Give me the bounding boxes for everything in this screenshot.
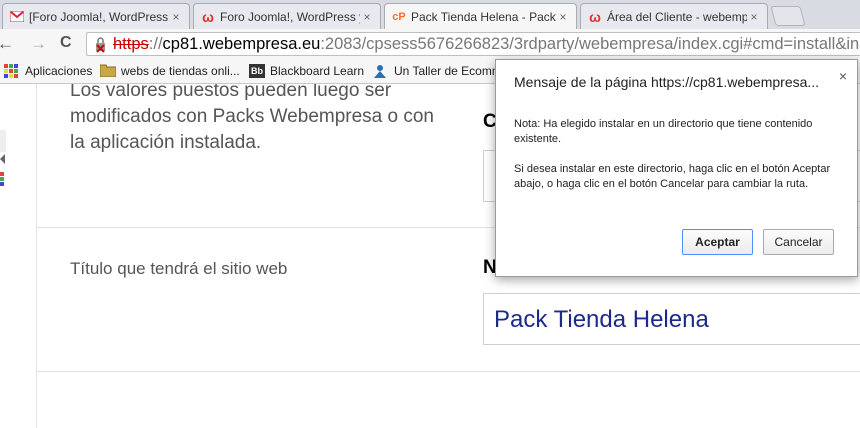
- back-arrow-icon[interactable]: ←: [0, 34, 14, 54]
- bookmark-label: Un Taller de Ecomm: [394, 64, 502, 78]
- webempresa-icon: ω: [589, 8, 601, 25]
- tab-foro-joomla[interactable]: ω Foro Joomla!, WordPress y ×: [193, 3, 381, 29]
- browser-toolbar: ← → C https://cp81.webempresa.eu:2083/cp…: [0, 29, 860, 59]
- tab-area-del-cliente[interactable]: ω Área del Cliente - webemp ×: [580, 3, 768, 29]
- tab-title: [Foro Joomla!, WordPress: [29, 9, 169, 24]
- url-path: :2083/cpsess5676266823/3rdparty/webempre…: [320, 35, 860, 53]
- tab-strip: [Foro Joomla!, WordPress × ω Foro Joomla…: [0, 0, 860, 29]
- broken-lock-icon[interactable]: [93, 37, 107, 53]
- cpanel-icon: cP: [392, 10, 406, 23]
- option-description: Los valores puestos pueden luego ser mod…: [70, 84, 434, 156]
- description-line: modificados con Packs Webempresa o con: [70, 106, 434, 127]
- bookmark-label: Blackboard Learn: [270, 64, 365, 78]
- site-title-value: Pack Tienda Helena: [494, 306, 709, 333]
- row-divider: [37, 371, 860, 372]
- tab-gmail[interactable]: [Foro Joomla!, WordPress ×: [2, 3, 190, 29]
- url-scheme: https: [113, 35, 149, 53]
- tab-close-icon[interactable]: ×: [556, 10, 570, 24]
- person-icon: [373, 64, 389, 78]
- tab-title: Área del Cliente - webemp: [607, 9, 747, 24]
- tab-pack-tienda-helena[interactable]: cP Pack Tienda Helena - Pack ×: [384, 3, 577, 29]
- url-host: cp81.webempresa.eu: [162, 35, 321, 53]
- url-separator: ://: [148, 35, 163, 53]
- folder-icon: [99, 64, 117, 78]
- forward-arrow-icon[interactable]: →: [30, 34, 47, 54]
- tab-title: Pack Tienda Helena - Pack: [411, 9, 556, 24]
- dialog-close-icon[interactable]: ×: [839, 68, 847, 84]
- tab-close-icon[interactable]: ×: [747, 10, 761, 24]
- content-border: [36, 84, 37, 428]
- bookmark-blackboard-learn[interactable]: Bb Blackboard Learn: [249, 64, 364, 78]
- description-line: Los valores puestos pueden luego ser: [70, 84, 392, 101]
- description-line: la aplicación instalada.: [70, 132, 262, 153]
- webempresa-icon: ω: [202, 8, 214, 25]
- tab-close-icon[interactable]: ×: [360, 10, 374, 24]
- tab-title: Foro Joomla!, WordPress y: [220, 9, 360, 24]
- apps-grid-icon: [4, 64, 20, 78]
- left-edge-icons: [0, 130, 6, 186]
- bookmark-label: webs de tiendas onli...: [121, 64, 240, 78]
- url-text: https://cp81.webempresa.eu:2083/cpsess56…: [113, 33, 860, 55]
- site-title-description: Título que tendrá el sitio web: [70, 259, 288, 278]
- accept-button[interactable]: Aceptar: [682, 229, 753, 255]
- tab-close-icon[interactable]: ×: [169, 10, 183, 24]
- bookmark-folder-webs-de-tiendas[interactable]: webs de tiendas onli...: [99, 64, 240, 78]
- address-bar[interactable]: https://cp81.webempresa.eu:2083/cpsess56…: [86, 32, 860, 56]
- gmail-icon: [9, 9, 25, 25]
- cancel-button[interactable]: Cancelar: [763, 229, 834, 255]
- chevron-left-icon: [0, 154, 5, 164]
- bookmark-aplicaciones[interactable]: Aplicaciones: [4, 64, 92, 78]
- dialog-title: Mensaje de la página https://cp81.webemp…: [514, 74, 820, 90]
- reload-icon[interactable]: C: [60, 34, 72, 52]
- dialog-note: Nota: Ha elegido instalar en un director…: [514, 118, 813, 145]
- bookmark-un-taller-de-ecomm[interactable]: Un Taller de Ecomm: [373, 64, 502, 78]
- new-tab-button[interactable]: [770, 6, 806, 26]
- confirm-dialog: Mensaje de la página https://cp81.webemp…: [495, 59, 858, 277]
- dialog-instructions: Si desea instalar en este directorio, ha…: [514, 163, 831, 190]
- bookmark-label: Aplicaciones: [25, 64, 93, 78]
- blackboard-icon: Bb: [249, 64, 265, 78]
